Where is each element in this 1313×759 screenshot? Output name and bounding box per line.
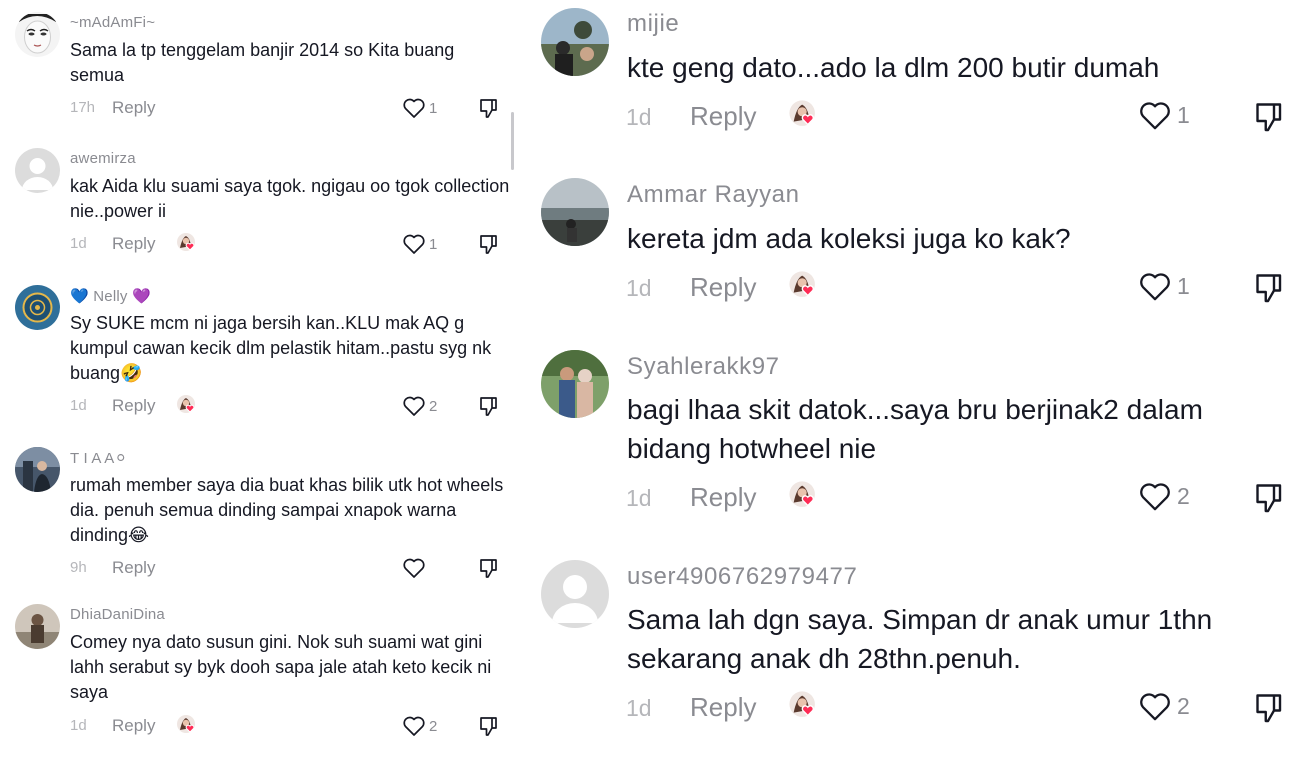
thumbs-down-icon — [480, 717, 497, 736]
heart-outline-icon — [1140, 102, 1170, 130]
heart-outline-icon — [1140, 693, 1170, 721]
like-button[interactable]: 1 — [1138, 100, 1190, 131]
thumbs-down-icon — [1256, 484, 1282, 513]
comment-text: Comey nya dato susun gini. Nok suh suami… — [70, 632, 492, 702]
heart-outline-icon — [403, 98, 425, 118]
comment-username[interactable]: T I A A⚪ — [70, 449, 127, 467]
like-button[interactable] — [402, 557, 429, 579]
comment-text: bagi lhaa skit datok...saya bru berjinak… — [627, 394, 1203, 464]
like-count: 2 — [1177, 483, 1190, 509]
reply-button[interactable]: Reply — [112, 716, 155, 736]
avatar[interactable] — [541, 350, 609, 418]
creator-liked-avatar-icon — [176, 232, 200, 256]
avatar[interactable] — [15, 285, 60, 330]
reply-button[interactable]: Reply — [690, 692, 756, 723]
reply-button[interactable]: Reply — [690, 482, 756, 513]
avatar[interactable] — [15, 12, 60, 57]
reply-button[interactable]: Reply — [112, 234, 155, 254]
dislike-button[interactable] — [478, 97, 500, 119]
creator-liked-avatar-icon — [176, 714, 200, 738]
thumbs-down-icon — [480, 559, 497, 578]
avatar[interactable] — [541, 178, 609, 246]
heart-outline-icon — [403, 716, 425, 736]
heart-outline-icon — [1140, 273, 1170, 301]
comment-username[interactable]: ~mAdAmFi~ — [70, 14, 155, 31]
avatar[interactable] — [541, 560, 609, 628]
creator-liked-avatar-icon — [788, 99, 822, 133]
comment-time: 1d — [626, 104, 652, 130]
avatar[interactable] — [15, 447, 60, 492]
comment-username[interactable]: DhiaDaniDina — [70, 606, 165, 623]
comment-time: 1d — [626, 275, 652, 301]
like-button[interactable]: 1 — [1138, 271, 1190, 302]
creator-liked-avatar-icon — [788, 270, 822, 304]
thumbs-down-icon — [480, 397, 497, 416]
thumbs-down-icon — [1256, 274, 1282, 303]
dislike-button[interactable] — [478, 557, 500, 579]
comment-username[interactable]: mijie — [627, 10, 679, 38]
thumbs-down-icon — [480, 235, 497, 254]
dislike-button[interactable] — [478, 233, 500, 255]
dislike-button[interactable] — [478, 395, 500, 417]
reply-button[interactable]: Reply — [112, 396, 155, 416]
comment-username[interactable]: Syahlerakk97 — [627, 353, 780, 381]
heart-outline-icon — [403, 558, 425, 578]
avatar[interactable] — [541, 8, 609, 76]
left-comments-panel: ~mAdAmFi~ Sama la tp tenggelam banjir 20… — [0, 0, 520, 759]
dislike-button[interactable] — [478, 715, 500, 737]
comment-time: 1d — [626, 695, 652, 721]
dislike-button[interactable] — [1253, 691, 1286, 724]
like-count: 2 — [429, 397, 438, 415]
like-count: 1 — [1177, 102, 1190, 128]
like-button[interactable]: 2 — [402, 715, 437, 737]
comment-time: 1d — [70, 397, 87, 414]
scrollbar[interactable] — [511, 112, 514, 170]
like-button[interactable]: 2 — [402, 395, 437, 417]
comment-text: kereta jdm ada koleksi juga ko kak? — [627, 223, 1071, 254]
reply-button[interactable]: Reply — [690, 272, 756, 303]
comment-text: rumah member saya dia buat khas bilik ut… — [70, 475, 504, 545]
like-count: 1 — [429, 99, 438, 117]
comment-username[interactable]: user4906762979477 — [627, 563, 857, 591]
comment-time: 1d — [70, 235, 87, 252]
like-button[interactable]: 2 — [1138, 691, 1190, 722]
comment-time: 1d — [70, 717, 87, 734]
like-count: 1 — [429, 235, 438, 253]
comment-text: Sama lah dgn saya. Simpan dr anak umur 1… — [627, 604, 1213, 674]
comment-username[interactable]: Ammar Rayyan — [627, 181, 800, 209]
avatar[interactable] — [15, 148, 60, 193]
comment-time: 17h — [70, 99, 96, 116]
like-button[interactable]: 2 — [1138, 481, 1190, 512]
comment-text: Sama la tp tenggelam banjir 2014 so Kita… — [70, 40, 455, 85]
comment-time: 1d — [626, 485, 652, 511]
comment-time: 9h — [70, 559, 87, 576]
heart-outline-icon — [403, 396, 425, 416]
avatar[interactable] — [15, 604, 60, 649]
like-count: 1 — [1177, 273, 1190, 299]
comment-username[interactable]: 💙 Nelly 💜 — [70, 287, 151, 305]
thumbs-down-icon — [1256, 694, 1282, 723]
reply-button[interactable]: Reply — [112, 558, 155, 578]
like-count: 2 — [1177, 693, 1190, 719]
like-button[interactable]: 1 — [402, 97, 437, 119]
creator-liked-avatar-icon — [176, 394, 200, 418]
dislike-button[interactable] — [1253, 100, 1286, 133]
comment-username[interactable]: awemirza — [70, 150, 136, 167]
like-button[interactable]: 1 — [402, 233, 437, 255]
comment-text: Sy SUKE mcm ni jaga bersih kan..KLU mak … — [70, 313, 492, 383]
dislike-button[interactable] — [1253, 271, 1286, 304]
reply-button[interactable]: Reply — [112, 98, 155, 118]
reply-button[interactable]: Reply — [690, 101, 756, 132]
creator-liked-avatar-icon — [788, 690, 822, 724]
dislike-button[interactable] — [1253, 481, 1286, 514]
heart-outline-icon — [403, 234, 425, 254]
right-comments-panel: mijie kte geng dato...ado la dlm 200 but… — [526, 0, 1313, 759]
heart-outline-icon — [1140, 483, 1170, 511]
like-count: 2 — [429, 717, 438, 735]
thumbs-down-icon — [480, 99, 497, 118]
creator-liked-avatar-icon — [788, 480, 822, 514]
comment-text: kak Aida klu suami saya tgok. ngigau oo … — [70, 176, 510, 221]
thumbs-down-icon — [1256, 103, 1282, 132]
comment-text: kte geng dato...ado la dlm 200 butir dum… — [627, 52, 1160, 83]
